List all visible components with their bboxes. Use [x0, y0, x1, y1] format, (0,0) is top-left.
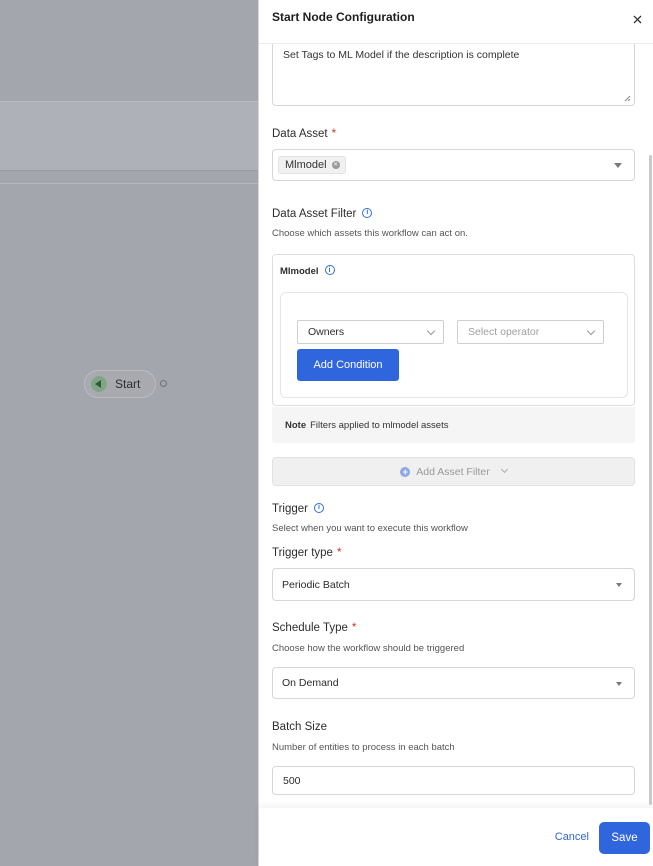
field-select[interactable]: Owners	[297, 320, 444, 344]
chevron-down-icon	[500, 465, 508, 474]
schedule-type-select[interactable]: On Demand	[272, 667, 635, 699]
description-value: Set Tags to ML Model if the description …	[283, 49, 520, 61]
add-asset-filter-label: Add Asset Filter	[416, 465, 490, 478]
save-button[interactable]: Save	[599, 822, 650, 854]
canvas-band	[0, 101, 258, 171]
start-node-label: Start	[115, 377, 141, 391]
data-asset-label: Data Asset *	[272, 128, 336, 140]
data-asset-filter-label: Data Asset Filter i	[272, 207, 373, 220]
filter-card-title-text: Mlmodel	[280, 266, 319, 277]
operator-select-placeholder: Select operator	[468, 326, 540, 338]
play-icon	[91, 376, 107, 392]
schedule-type-label-text: Schedule Type	[272, 622, 348, 634]
trigger-type-value: Periodic Batch	[282, 578, 350, 591]
schedule-type-value: On Demand	[282, 677, 339, 689]
add-condition-button[interactable]: Add Condition	[297, 349, 399, 381]
operator-select[interactable]: Select operator	[457, 320, 604, 344]
required-marker: *	[351, 622, 357, 634]
data-asset-filter-label-text: Data Asset Filter	[272, 208, 357, 220]
drawer-body[interactable]: Set Tags to ML Model if the description …	[259, 44, 653, 808]
info-icon[interactable]: i	[314, 502, 324, 513]
config-drawer: Start Node Configuration Set Tags to ML …	[258, 0, 653, 866]
canvas-divider	[0, 183, 258, 184]
chevron-down-icon	[616, 682, 622, 686]
workflow-canvas[interactable]: Start	[0, 0, 258, 866]
info-icon[interactable]: i	[362, 207, 373, 218]
chevron-down-icon	[426, 326, 436, 336]
data-asset-tag-label: Mlmodel	[285, 159, 327, 171]
drawer-footer: Cancel Save	[259, 808, 653, 866]
field-select-value: Owners	[308, 326, 345, 338]
batch-size-label: Batch Size	[272, 721, 327, 733]
batch-size-helper: Number of entities to process in each ba…	[272, 742, 455, 753]
start-node[interactable]: Start	[84, 370, 156, 398]
batch-size-input[interactable]: 500	[272, 766, 635, 795]
data-asset-tag: Mlmodel ✕	[278, 156, 346, 174]
drawer-header: Start Node Configuration	[259, 0, 653, 44]
asset-filter-card: Mlmodel i Owners Select operator Add Cond…	[272, 254, 635, 406]
filter-card-title: Mlmodel i	[280, 265, 335, 277]
scrollbar[interactable]	[649, 155, 652, 805]
data-asset-select[interactable]: Mlmodel ✕	[272, 149, 635, 181]
trigger-type-label: Trigger type *	[272, 547, 341, 559]
trigger-type-label-text: Trigger type	[272, 547, 333, 559]
description-textarea[interactable]: Set Tags to ML Model if the description …	[272, 44, 635, 106]
resize-grip-icon[interactable]	[623, 94, 631, 102]
note-text: Filters applied to mlmodel assets	[310, 419, 449, 431]
cancel-button[interactable]: Cancel	[555, 831, 589, 843]
chevron-down-icon	[586, 326, 596, 336]
chevron-down-icon	[616, 583, 622, 587]
trigger-label-text: Trigger	[272, 503, 308, 515]
info-icon[interactable]: i	[324, 265, 335, 276]
plus-icon: +	[400, 466, 411, 477]
required-marker: *	[336, 547, 342, 559]
note-prefix: Note	[285, 419, 307, 431]
trigger-type-select[interactable]: Periodic Batch	[272, 568, 635, 601]
required-marker: *	[331, 128, 337, 140]
chevron-down-icon	[614, 163, 622, 168]
add-asset-filter-button[interactable]: + Add Asset Filter	[272, 457, 635, 486]
drawer-title: Start Node Configuration	[272, 9, 415, 24]
batch-size-value: 500	[283, 774, 301, 787]
schedule-type-label: Schedule Type *	[272, 622, 356, 634]
start-node-handle[interactable]	[160, 380, 167, 387]
close-icon[interactable]	[630, 12, 644, 26]
trigger-label: Trigger i	[272, 502, 324, 515]
data-asset-label-text: Data Asset	[272, 128, 328, 140]
condition-group: Owners Select operator Add Condition	[280, 292, 628, 398]
data-asset-filter-helper: Choose which assets this workflow can ac…	[272, 228, 468, 239]
schedule-type-helper: Choose how the workflow should be trigge…	[272, 643, 465, 654]
remove-tag-icon[interactable]: ✕	[331, 161, 340, 169]
trigger-helper: Select when you want to execute this wor…	[272, 523, 468, 534]
filter-note: Note Filters applied to mlmodel assets	[272, 407, 635, 443]
